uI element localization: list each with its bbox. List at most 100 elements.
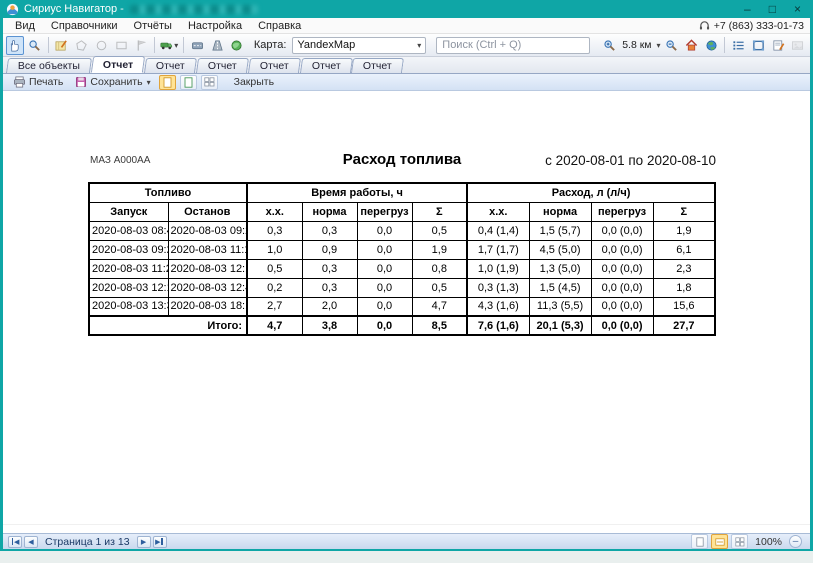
view-continuous-button[interactable] — [180, 75, 197, 90]
next-page-button[interactable]: ▶ — [137, 536, 151, 548]
zoom-out-button[interactable] — [663, 36, 681, 55]
menu-reports[interactable]: Отчёты — [126, 20, 180, 32]
menu-bar: Вид Справочники Отчёты Настройка Справка… — [3, 18, 810, 34]
menu-settings[interactable]: Настройка — [180, 20, 250, 32]
save-floppy-icon — [75, 76, 87, 88]
printer-icon — [13, 76, 26, 88]
chevron-down-icon[interactable]: ▾ — [657, 41, 661, 50]
col-idle-fuel: х.х. — [467, 202, 529, 221]
report-page: МАЗ A000AA Расход топлива с 2020-08-01 п… — [88, 146, 716, 336]
col-start: Запуск — [89, 202, 168, 221]
tab-report-5[interactable]: Отчет — [299, 58, 352, 73]
flag-icon — [135, 39, 148, 52]
view-single-page-button[interactable] — [159, 75, 176, 90]
multi-page-icon — [204, 77, 215, 87]
geo-layers-button[interactable] — [228, 36, 246, 55]
table-row: 2020-08-03 12:162020-08-03 12:48 0,20,3 … — [89, 278, 715, 297]
tab-report-6[interactable]: Отчет — [351, 58, 404, 73]
support-phone-number: +7 (863) 333-01-73 — [714, 20, 804, 32]
snapshot-button[interactable] — [789, 36, 807, 55]
app-logo-icon — [6, 3, 19, 16]
draw-rectangle-button[interactable] — [113, 36, 131, 55]
edit-map-button[interactable] — [53, 36, 71, 55]
polygon-icon — [75, 39, 88, 52]
draw-circle-button[interactable] — [93, 36, 111, 55]
continuous-page-icon — [184, 77, 193, 88]
support-phone: +7 (863) 333-01-73 — [699, 20, 810, 32]
map-provider-value: YandexMap — [297, 39, 355, 51]
pan-hand-button[interactable] — [6, 36, 24, 55]
col-norm-time: норма — [302, 202, 357, 221]
home-icon — [685, 39, 698, 52]
zoom-tool-button[interactable] — [26, 36, 44, 55]
col-idle-time: х.х. — [247, 202, 302, 221]
fit-width-icon — [715, 537, 725, 547]
zoom-in-button[interactable] — [600, 36, 618, 55]
close-report-button[interactable]: Закрыть — [230, 75, 278, 90]
table-header-row: Запуск Останов х.х. норма перегруз Σ х.х… — [89, 202, 715, 221]
last-page-button[interactable]: ▶ — [153, 536, 167, 548]
selection-frame-icon — [752, 39, 765, 52]
status-view-single-button[interactable] — [691, 534, 708, 549]
tab-report-2[interactable]: Отчет — [144, 58, 197, 73]
status-view-multi-button[interactable] — [731, 534, 748, 549]
road-icon — [211, 39, 224, 52]
window-title: Сириус Навигатор - — [24, 3, 124, 15]
zoom-in-icon — [603, 39, 616, 52]
edit-notes-button[interactable] — [769, 36, 787, 55]
edit-map-icon — [55, 39, 68, 52]
col-sum-time: Σ — [412, 202, 467, 221]
world-view-button[interactable] — [702, 36, 720, 55]
table-row: 2020-08-03 13:322020-08-03 18:16 2,72,0 … — [89, 297, 715, 316]
select-area-button[interactable] — [749, 36, 767, 55]
magnifier-icon — [28, 39, 41, 52]
print-button[interactable]: Печать — [9, 75, 67, 90]
route-icon — [191, 39, 204, 52]
first-page-icon — [12, 538, 14, 545]
group-work-time: Время работы, ч — [247, 183, 467, 202]
globe-icon — [705, 39, 718, 52]
group-fuel: Топливо — [89, 183, 247, 202]
menu-help[interactable]: Справка — [250, 20, 309, 32]
road-button[interactable] — [208, 36, 226, 55]
chevron-down-icon: ▾ — [417, 41, 421, 50]
zoom-out-page-button[interactable]: – — [789, 535, 802, 548]
col-norm-fuel: норма — [529, 202, 591, 221]
menu-view[interactable]: Вид — [7, 20, 43, 32]
map-scale-value[interactable]: 5.8 км — [622, 39, 651, 51]
route-button[interactable] — [188, 36, 206, 55]
draw-polygon-button[interactable] — [73, 36, 91, 55]
save-button[interactable]: Сохранить ▾ — [71, 75, 154, 90]
map-provider-select[interactable]: YandexMap ▾ — [292, 37, 426, 54]
object-list-button[interactable] — [729, 36, 747, 55]
home-view-button[interactable] — [682, 36, 700, 55]
report-period: с 2020-08-01 по 2020-08-10 — [545, 153, 716, 168]
flag-marker-button[interactable] — [132, 36, 150, 55]
map-label: Карта: — [254, 39, 287, 51]
first-page-button[interactable]: ◀ — [8, 536, 22, 548]
vehicle-tool-button[interactable]: ▾ — [159, 36, 179, 55]
tab-report-3[interactable]: Отчет — [196, 58, 249, 73]
total-label: Итого: — [89, 316, 247, 335]
toolbar-separator — [154, 37, 155, 53]
view-multi-page-button[interactable] — [201, 75, 218, 90]
redacted-company-name — [130, 5, 258, 14]
search-input[interactable] — [436, 37, 590, 54]
desktop-background — [0, 551, 813, 563]
toolbar-separator — [183, 37, 184, 53]
maximize-button[interactable]: □ — [769, 1, 776, 17]
menu-directories[interactable]: Справочники — [43, 20, 126, 32]
close-button[interactable]: × — [794, 1, 801, 17]
single-page-icon — [163, 77, 172, 88]
table-total-row: Итого: 4,73,8 0,08,5 7,6 (1,6)20,1 (5,3)… — [89, 316, 715, 335]
tab-report-4[interactable]: Отчет — [248, 58, 301, 73]
chevron-down-icon: ▾ — [174, 41, 178, 50]
tab-report-1[interactable]: Отчет — [91, 56, 146, 73]
prev-page-button[interactable]: ◀ — [24, 536, 38, 548]
status-view-fit-button[interactable] — [711, 534, 728, 549]
tab-all-objects[interactable]: Все объекты — [6, 58, 92, 73]
horizontal-scrollbar[interactable] — [3, 524, 810, 533]
main-toolbar: ▾ Карта: YandexMap ▾ — [3, 34, 810, 57]
minimize-button[interactable]: – — [744, 1, 751, 17]
app-window: Сириус Навигатор - – □ × Вид Справочники… — [0, 0, 813, 551]
